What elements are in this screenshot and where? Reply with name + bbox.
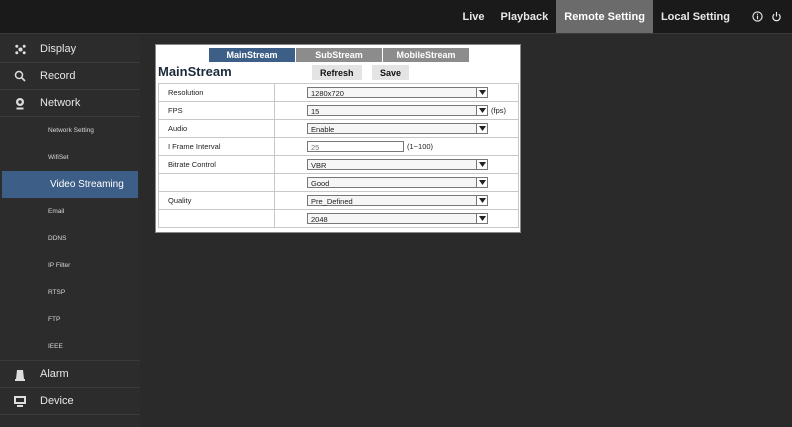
sidebar-item-ip-filter[interactable]: IP Filter	[0, 252, 140, 279]
sidebar-item-label: Network	[40, 97, 81, 109]
audio-value: Enable	[311, 125, 335, 134]
table-row: FPS 15 (fps)	[158, 101, 519, 120]
iframe-interval-cell: 25 (1~100)	[274, 137, 519, 156]
power-icon[interactable]	[771, 11, 782, 22]
fps-unit: (fps)	[491, 106, 506, 115]
chevron-down-icon	[476, 106, 487, 115]
display-icon	[12, 43, 28, 56]
bitrate-quality-cell: Good	[274, 173, 519, 192]
iframe-interval-input[interactable]: 25	[307, 141, 404, 152]
bitrate-value: 2048	[311, 215, 328, 224]
top-bar: Live Playback Remote Setting Local Setti…	[0, 0, 792, 34]
bitrate-control-label: Bitrate Control	[158, 155, 275, 174]
sidebar-item-ftp[interactable]: FTP	[0, 306, 140, 333]
sidebar-item-record[interactable]: Record	[0, 63, 140, 90]
tab-mainstream[interactable]: MainStream	[209, 48, 295, 62]
bitrate-cell: 2048	[274, 209, 519, 228]
tab-mobilestream[interactable]: MobileStream	[383, 48, 469, 62]
network-icon	[12, 97, 28, 110]
save-button[interactable]: Save	[372, 65, 410, 80]
tab-substream[interactable]: SubStream	[296, 48, 382, 62]
iframe-interval-label: I Frame Interval	[158, 137, 275, 156]
alarm-icon	[12, 368, 28, 381]
sidebar-item-ddns[interactable]: DDNS	[0, 225, 140, 252]
panel-title: MainStream	[158, 64, 232, 79]
iframe-interval-hint: (1~100)	[407, 142, 434, 151]
chevron-down-icon	[476, 160, 487, 169]
sidebar-item-label: Device	[40, 395, 74, 407]
tab-live[interactable]: Live	[455, 0, 493, 33]
fps-label: FPS	[158, 101, 275, 120]
sidebar-item-rtsp[interactable]: RTSP	[0, 279, 140, 306]
sidebar-item-label: Display	[40, 43, 77, 55]
stream-tabs: MainStream SubStream MobileStream	[209, 48, 470, 62]
quality-cell: Pre_Defined	[274, 191, 519, 210]
bitrate-quality-value: Good	[311, 179, 330, 188]
resolution-value: 1280x720	[311, 89, 344, 98]
quality-label: Quality	[158, 191, 275, 210]
resolution-label: Resolution	[158, 83, 275, 102]
tab-playback[interactable]: Playback	[493, 0, 557, 33]
sidebar-item-alarm[interactable]: Alarm	[0, 360, 140, 388]
quality-value: Pre_Defined	[311, 197, 353, 206]
chevron-down-icon	[476, 124, 487, 133]
sidebar: Display Record Network Network Setting W…	[0, 36, 140, 427]
chevron-down-icon	[476, 88, 487, 97]
fps-value: 15	[311, 107, 320, 116]
table-row: Audio Enable	[158, 119, 519, 138]
info-icon[interactable]	[752, 11, 763, 22]
device-icon	[12, 395, 28, 407]
bitrate-control-select[interactable]: VBR	[307, 159, 488, 170]
chevron-down-icon	[476, 178, 487, 187]
sidebar-item-display[interactable]: Display	[0, 36, 140, 63]
resolution-select[interactable]: 1280x720	[307, 87, 488, 98]
table-row: Good	[158, 173, 519, 192]
resolution-cell: 1280x720	[274, 83, 519, 102]
main-content: MainStream SubStream MobileStream MainSt…	[147, 36, 792, 427]
quality-select[interactable]: Pre_Defined	[307, 195, 488, 206]
sidebar-item-network-setting[interactable]: Network Setting	[0, 117, 140, 144]
search-icon	[12, 70, 28, 82]
audio-select[interactable]: Enable	[307, 123, 488, 134]
top-icons	[738, 11, 792, 22]
top-nav: Live Playback Remote Setting Local Setti…	[455, 0, 792, 33]
chevron-down-icon	[476, 196, 487, 205]
chevron-down-icon	[476, 214, 487, 223]
sidebar-item-video-streaming[interactable]: Video Streaming	[2, 171, 138, 198]
bitrate-control-value: VBR	[311, 161, 327, 170]
bitrate-label	[158, 209, 275, 228]
table-row: Quality Pre_Defined	[158, 191, 519, 210]
tab-remote-setting[interactable]: Remote Setting	[556, 0, 653, 33]
bitrate-control-cell: VBR	[274, 155, 519, 174]
table-row: Resolution 1280x720	[158, 83, 519, 102]
fps-cell: 15 (fps)	[274, 101, 519, 120]
table-row: 2048	[158, 209, 519, 228]
table-row: I Frame Interval 25 (1~100)	[158, 137, 519, 156]
bitrate-quality-select[interactable]: Good	[307, 177, 488, 188]
sidebar-item-email[interactable]: Email	[0, 198, 140, 225]
fps-select[interactable]: 15	[307, 105, 488, 116]
sidebar-item-network[interactable]: Network	[0, 90, 140, 117]
stream-settings-table: Resolution 1280x720 FPS 15 (fps) Audio En…	[158, 83, 519, 228]
sidebar-item-wifiset[interactable]: WifiSet	[0, 144, 140, 171]
bitrate-select[interactable]: 2048	[307, 213, 488, 224]
audio-label: Audio	[158, 119, 275, 138]
bitrate-quality-label	[158, 173, 275, 192]
video-streaming-panel: MainStream SubStream MobileStream MainSt…	[155, 44, 521, 233]
sidebar-item-label: Alarm	[40, 368, 69, 380]
refresh-button[interactable]: Refresh	[312, 65, 362, 80]
sidebar-item-label: Record	[40, 70, 76, 82]
table-row: Bitrate Control VBR	[158, 155, 519, 174]
tab-local-setting[interactable]: Local Setting	[653, 0, 738, 33]
sidebar-item-ieee[interactable]: IEEE	[0, 333, 140, 360]
sidebar-item-device[interactable]: Device	[0, 388, 140, 415]
audio-cell: Enable	[274, 119, 519, 138]
